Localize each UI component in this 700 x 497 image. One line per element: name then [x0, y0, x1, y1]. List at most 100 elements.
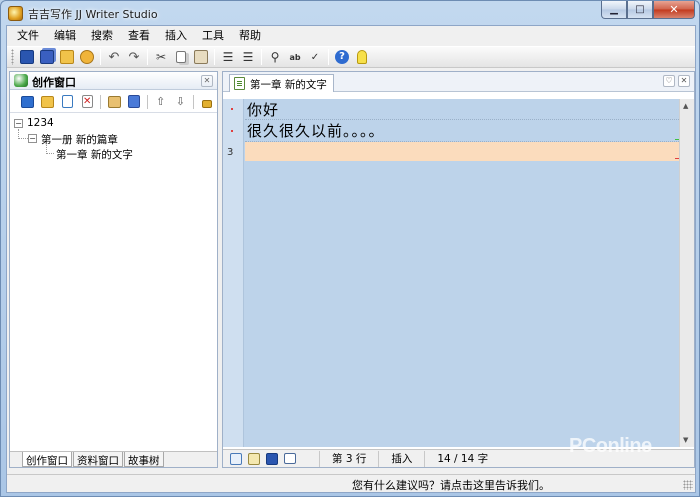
maximize-button[interactable]: □ — [627, 1, 653, 19]
close-button[interactable]: ✕ — [653, 1, 695, 19]
vertical-scrollbar[interactable]: ▲ ▼ — [679, 99, 694, 447]
status-line: 第 3 行 — [319, 450, 378, 467]
undo-button[interactable]: ↶ — [104, 47, 124, 67]
tab-close-button[interactable]: ✕ — [678, 75, 690, 87]
menu-search[interactable]: 搜索 — [85, 26, 122, 45]
export-icon — [248, 452, 260, 465]
new-book-button[interactable] — [18, 93, 38, 111]
editor-line-1: 你好 — [247, 101, 280, 119]
line-marker — [231, 130, 233, 132]
outdent-icon: ☰ — [242, 50, 254, 64]
panel-header: 创作窗口 ✕ — [10, 72, 217, 90]
resize-grip[interactable] — [683, 480, 693, 490]
open-recent-button[interactable] — [77, 47, 97, 67]
menu-tools[interactable]: 工具 — [196, 26, 233, 45]
tree-collapse-toggle[interactable]: − — [14, 119, 23, 128]
document-tab-bar: 第一章 新的文字 ♡ ✕ — [223, 72, 694, 92]
app-window: 吉吉写作 JJ Writer Studio ▁ □ ✕ 文件 编辑 搜索 查看 … — [0, 0, 700, 497]
menu-file[interactable]: 文件 — [11, 26, 48, 45]
tree-node-volume[interactable]: 第一册 新的篇章 — [41, 132, 118, 147]
properties-icon — [107, 95, 121, 108]
window-title: 吉吉写作 JJ Writer Studio — [28, 8, 158, 21]
toolbar-separator — [214, 49, 215, 65]
new-book-icon — [21, 95, 35, 108]
lock-button[interactable] — [197, 93, 217, 111]
help-button[interactable]: ? — [332, 47, 352, 67]
tab-story-tree[interactable]: 故事树 — [124, 452, 164, 467]
save-button[interactable] — [17, 47, 37, 67]
find-icon: ⚲ — [270, 50, 280, 64]
window-controls: ▁ □ ✕ — [601, 1, 695, 19]
menu-view[interactable]: 查看 — [122, 26, 159, 45]
new-doc-button[interactable] — [58, 93, 78, 111]
current-line-number: 3 — [227, 147, 234, 158]
indent-button[interactable]: ☰ — [218, 47, 238, 67]
minimize-button[interactable]: ▁ — [601, 1, 627, 19]
document-tab[interactable]: 第一章 新的文字 — [229, 74, 334, 92]
tree-node-chapter[interactable]: 第一章 新的文字 — [56, 147, 133, 162]
properties-button[interactable] — [104, 93, 124, 111]
watermark-logo: PConline — [569, 435, 652, 457]
panel-toolbar: ✕ ⇧ ⇩ — [10, 91, 217, 113]
toolbar-separator — [261, 49, 262, 65]
spell-check-button[interactable]: ✓ — [305, 47, 325, 67]
new-chapter-button[interactable] — [38, 93, 58, 111]
lock-icon — [202, 99, 213, 108]
left-panel-tabs: 创作窗口 资料窗口 故事树 — [10, 451, 217, 467]
move-up-icon: ⇧ — [155, 95, 166, 108]
text-editor[interactable]: 3 你好 很久很久以前。。。。 ▲ ▼ — [223, 99, 694, 447]
title-bar[interactable]: 吉吉写作 JJ Writer Studio ▁ □ ✕ — [1, 1, 699, 25]
move-up-button[interactable]: ⇧ — [151, 93, 171, 111]
save-doc-button[interactable] — [263, 451, 281, 467]
editor-line-2: 很久很久以前。。。。 — [247, 122, 385, 140]
tree-collapse-toggle[interactable]: − — [28, 134, 37, 143]
notes-button[interactable] — [124, 93, 144, 111]
document-tab-label: 第一章 新的文字 — [250, 79, 327, 91]
menu-edit[interactable]: 编辑 — [48, 26, 85, 45]
save-all-button[interactable] — [37, 47, 57, 67]
replace-button[interactable]: ab — [285, 47, 305, 67]
copy-button[interactable] — [171, 47, 191, 67]
outdent-button[interactable]: ☰ — [238, 47, 258, 67]
copy-icon — [176, 51, 186, 63]
status-mode: 插入 — [378, 450, 424, 467]
print-button[interactable] — [281, 451, 299, 467]
paste-button[interactable] — [191, 47, 211, 67]
export-button[interactable] — [245, 451, 263, 467]
scroll-down-icon[interactable]: ▼ — [683, 436, 688, 444]
tab-list-button[interactable]: ♡ — [663, 75, 675, 87]
save-all-icon — [40, 50, 54, 64]
open-recent-icon — [80, 50, 94, 64]
tab-materials[interactable]: 资料窗口 — [73, 452, 123, 467]
open-folder-icon — [60, 50, 74, 64]
redo-button[interactable]: ↷ — [124, 47, 144, 67]
line-gutter: 3 — [223, 99, 244, 447]
cut-button[interactable]: ✂ — [151, 47, 171, 67]
menu-insert[interactable]: 插入 — [159, 26, 196, 45]
help-icon: ? — [335, 50, 349, 64]
panel-title: 创作窗口 — [32, 76, 76, 89]
document-tools — [223, 451, 319, 467]
creation-panel: 创作窗口 ✕ ✕ ⇧ ⇩ − 1234 − 第一册 新的篇章 第一章 新的文字 … — [9, 71, 218, 468]
undo-icon: ↶ — [108, 49, 120, 65]
redo-icon: ↷ — [128, 49, 140, 65]
save-icon — [266, 452, 278, 465]
scroll-up-icon[interactable]: ▲ — [683, 102, 688, 110]
editor-text-area[interactable]: 你好 很久很久以前。。。。 — [245, 99, 679, 447]
save-icon — [20, 50, 34, 64]
menu-help[interactable]: 帮助 — [233, 26, 270, 45]
tab-creation[interactable]: 创作窗口 — [22, 452, 72, 467]
find-button[interactable]: ⚲ — [265, 47, 285, 67]
new-chapter-icon — [41, 95, 55, 108]
tree-connector — [46, 153, 54, 154]
feedback-link[interactable]: 您有什么建议吗？请点击这里告诉我们。 — [352, 477, 550, 493]
panel-close-button[interactable]: ✕ — [201, 75, 213, 87]
tip-button[interactable] — [352, 47, 372, 67]
delete-button[interactable]: ✕ — [77, 93, 97, 111]
tree-node-root[interactable]: 1234 — [27, 117, 54, 129]
toolbar-grip[interactable] — [11, 49, 14, 65]
split-view-button[interactable] — [227, 451, 245, 467]
move-down-button[interactable]: ⇩ — [170, 93, 190, 111]
open-button[interactable] — [57, 47, 77, 67]
tree-connector — [19, 138, 28, 139]
